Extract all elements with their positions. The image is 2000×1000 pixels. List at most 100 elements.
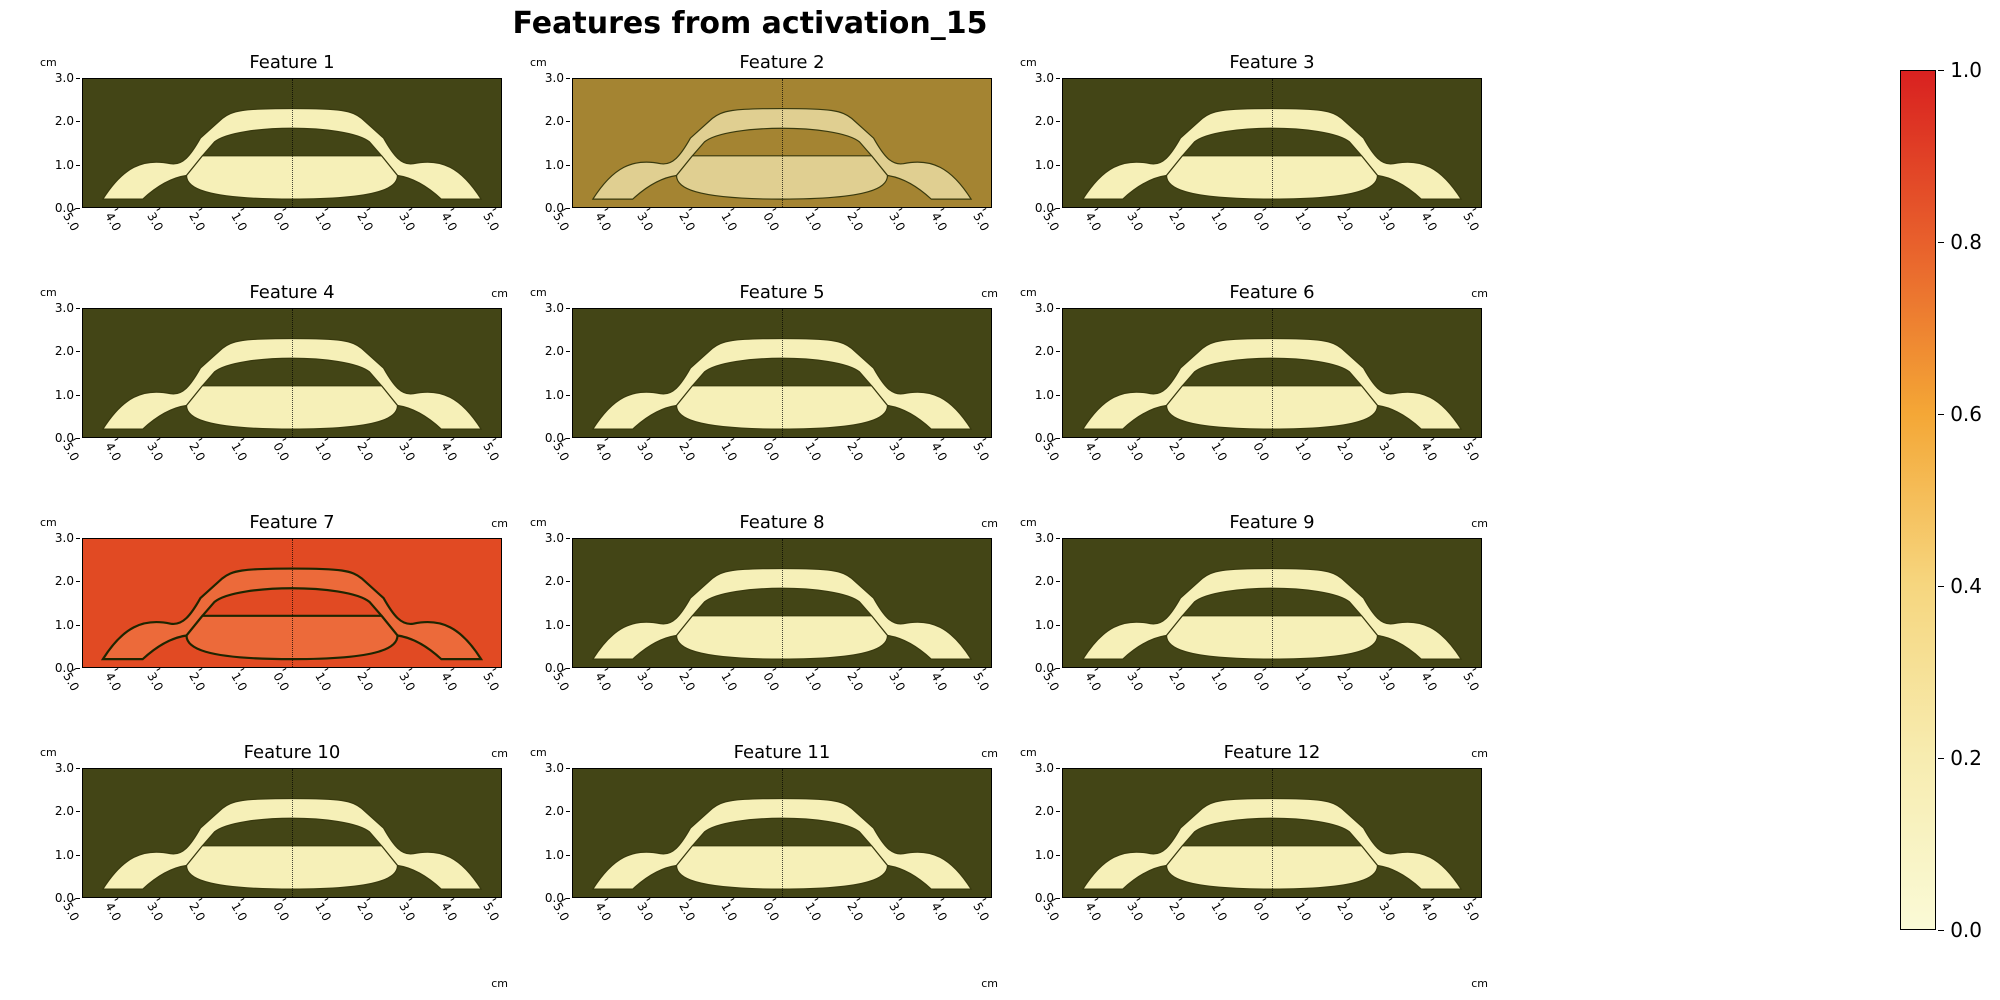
y-ticks: 0.01.02.03.0 <box>1020 78 1058 208</box>
y-tick: 2.0 <box>55 344 74 358</box>
x-tick: 4.0 <box>438 440 460 464</box>
colorbar-tick: 0.2 <box>1950 746 1982 770</box>
x-tick: 1.0 <box>312 210 334 234</box>
y-axis-unit: cm <box>40 56 57 69</box>
x-tick: 5.0 <box>1460 210 1482 234</box>
y-ticks: 0.01.02.03.0 <box>530 308 568 438</box>
y-tick: 2.0 <box>545 804 564 818</box>
center-line <box>782 309 783 437</box>
x-tick: 1.0 <box>1292 440 1314 464</box>
y-tick: 3.0 <box>545 71 564 85</box>
y-tick: 3.0 <box>545 301 564 315</box>
y-tick: 3.0 <box>55 301 74 315</box>
y-tick: 3.0 <box>1035 71 1054 85</box>
subplot-title: Feature 4 <box>82 282 502 303</box>
x-tick: 5.0 <box>1460 900 1482 924</box>
y-tick: 3.0 <box>545 761 564 775</box>
x-tick: 5.0 <box>480 210 502 234</box>
x-ticks: 5.04.03.02.01.00.01.02.03.04.05.0 <box>82 898 502 942</box>
y-tick: 3.0 <box>1035 301 1054 315</box>
y-axis-unit: cm <box>530 286 547 299</box>
x-ticks: 5.04.03.02.01.00.01.02.03.04.05.0 <box>572 668 992 712</box>
x-tick: 5.0 <box>970 670 992 694</box>
subplot: Feature 12cm 0.01.02.03.05.04.03.02.01.0… <box>1020 746 1490 966</box>
x-tick: 1.0 <box>1292 670 1314 694</box>
x-tick: 4.0 <box>1418 670 1440 694</box>
y-ticks: 0.01.02.03.0 <box>40 78 78 208</box>
x-tick: 2.0 <box>1334 210 1356 234</box>
x-tick: 2.0 <box>186 210 208 234</box>
x-tick: 5.0 <box>480 900 502 924</box>
center-line <box>1272 309 1273 437</box>
subplot-title: Feature 6 <box>1062 282 1482 303</box>
x-tick: 3.0 <box>1124 900 1146 924</box>
x-tick: 2.0 <box>844 210 866 234</box>
x-tick: 1.0 <box>802 900 824 924</box>
subplot-title: Feature 2 <box>572 52 992 73</box>
subplot-title: Feature 5 <box>572 282 992 303</box>
center-line <box>292 769 293 897</box>
subplot: Feature 9cm 0.01.02.03.05.04.03.02.01.00… <box>1020 516 1490 736</box>
x-tick: 2.0 <box>186 670 208 694</box>
subplot-title: Feature 1 <box>82 52 502 73</box>
x-tick: 4.0 <box>102 440 124 464</box>
x-tick: 0.0 <box>760 900 782 924</box>
x-tick: 1.0 <box>312 900 334 924</box>
x-tick: 4.0 <box>592 440 614 464</box>
heatmap-panel <box>82 538 502 668</box>
colorbar: 0.00.20.40.60.81.0 <box>1900 70 1936 930</box>
x-tick: 0.0 <box>270 210 292 234</box>
x-tick: 0.0 <box>760 210 782 234</box>
y-tick: 1.0 <box>55 388 74 402</box>
heatmap-panel <box>572 78 992 208</box>
x-ticks: 5.04.03.02.01.00.01.02.03.04.05.0 <box>1062 438 1482 482</box>
x-tick: 0.0 <box>760 440 782 464</box>
x-tick: 0.0 <box>1250 900 1272 924</box>
x-tick: 1.0 <box>1208 670 1230 694</box>
x-tick: 4.0 <box>1082 670 1104 694</box>
x-tick: 4.0 <box>1082 440 1104 464</box>
y-tick: 2.0 <box>55 804 74 818</box>
heatmap-panel <box>82 308 502 438</box>
y-axis-unit: cm <box>1020 746 1037 759</box>
x-tick: 0.0 <box>270 670 292 694</box>
x-tick: 5.0 <box>480 670 502 694</box>
x-tick: 3.0 <box>1124 670 1146 694</box>
y-tick: 2.0 <box>55 114 74 128</box>
y-axis-unit: cm <box>530 56 547 69</box>
x-tick: 3.0 <box>396 900 418 924</box>
x-tick: 1.0 <box>228 210 250 234</box>
y-axis-unit: cm <box>530 516 547 529</box>
x-tick: 4.0 <box>928 440 950 464</box>
x-tick: 1.0 <box>312 440 334 464</box>
x-ticks: 5.04.03.02.01.00.01.02.03.04.05.0 <box>82 438 502 482</box>
x-tick: 4.0 <box>102 900 124 924</box>
y-tick: 3.0 <box>55 761 74 775</box>
x-tick: 2.0 <box>844 440 866 464</box>
y-tick: 2.0 <box>1035 804 1054 818</box>
y-axis-unit: cm <box>1020 286 1037 299</box>
subplot: Feature 1cm 0.01.02.03.05.04.03.02.01.00… <box>40 56 510 276</box>
y-ticks: 0.01.02.03.0 <box>40 768 78 898</box>
x-axis-unit: cm <box>1471 977 1488 990</box>
x-tick: 1.0 <box>802 210 824 234</box>
y-tick: 3.0 <box>55 531 74 545</box>
x-tick: 2.0 <box>676 670 698 694</box>
x-tick: 4.0 <box>102 210 124 234</box>
colorbar-tick: 1.0 <box>1950 58 1982 82</box>
y-tick: 1.0 <box>55 158 74 172</box>
x-tick: 2.0 <box>844 900 866 924</box>
x-tick: 2.0 <box>1334 670 1356 694</box>
x-axis-unit: cm <box>491 977 508 990</box>
colorbar-tick: 0.6 <box>1950 402 1982 426</box>
x-tick: 2.0 <box>1334 900 1356 924</box>
x-tick: 4.0 <box>1082 210 1104 234</box>
y-axis-unit: cm <box>1020 516 1037 529</box>
x-axis-unit: cm <box>981 977 998 990</box>
y-axis-unit: cm <box>530 746 547 759</box>
x-tick: 2.0 <box>1166 210 1188 234</box>
center-line <box>1272 769 1273 897</box>
y-tick: 3.0 <box>1035 531 1054 545</box>
x-tick: 1.0 <box>802 670 824 694</box>
subplot-title: Feature 7 <box>82 512 502 533</box>
